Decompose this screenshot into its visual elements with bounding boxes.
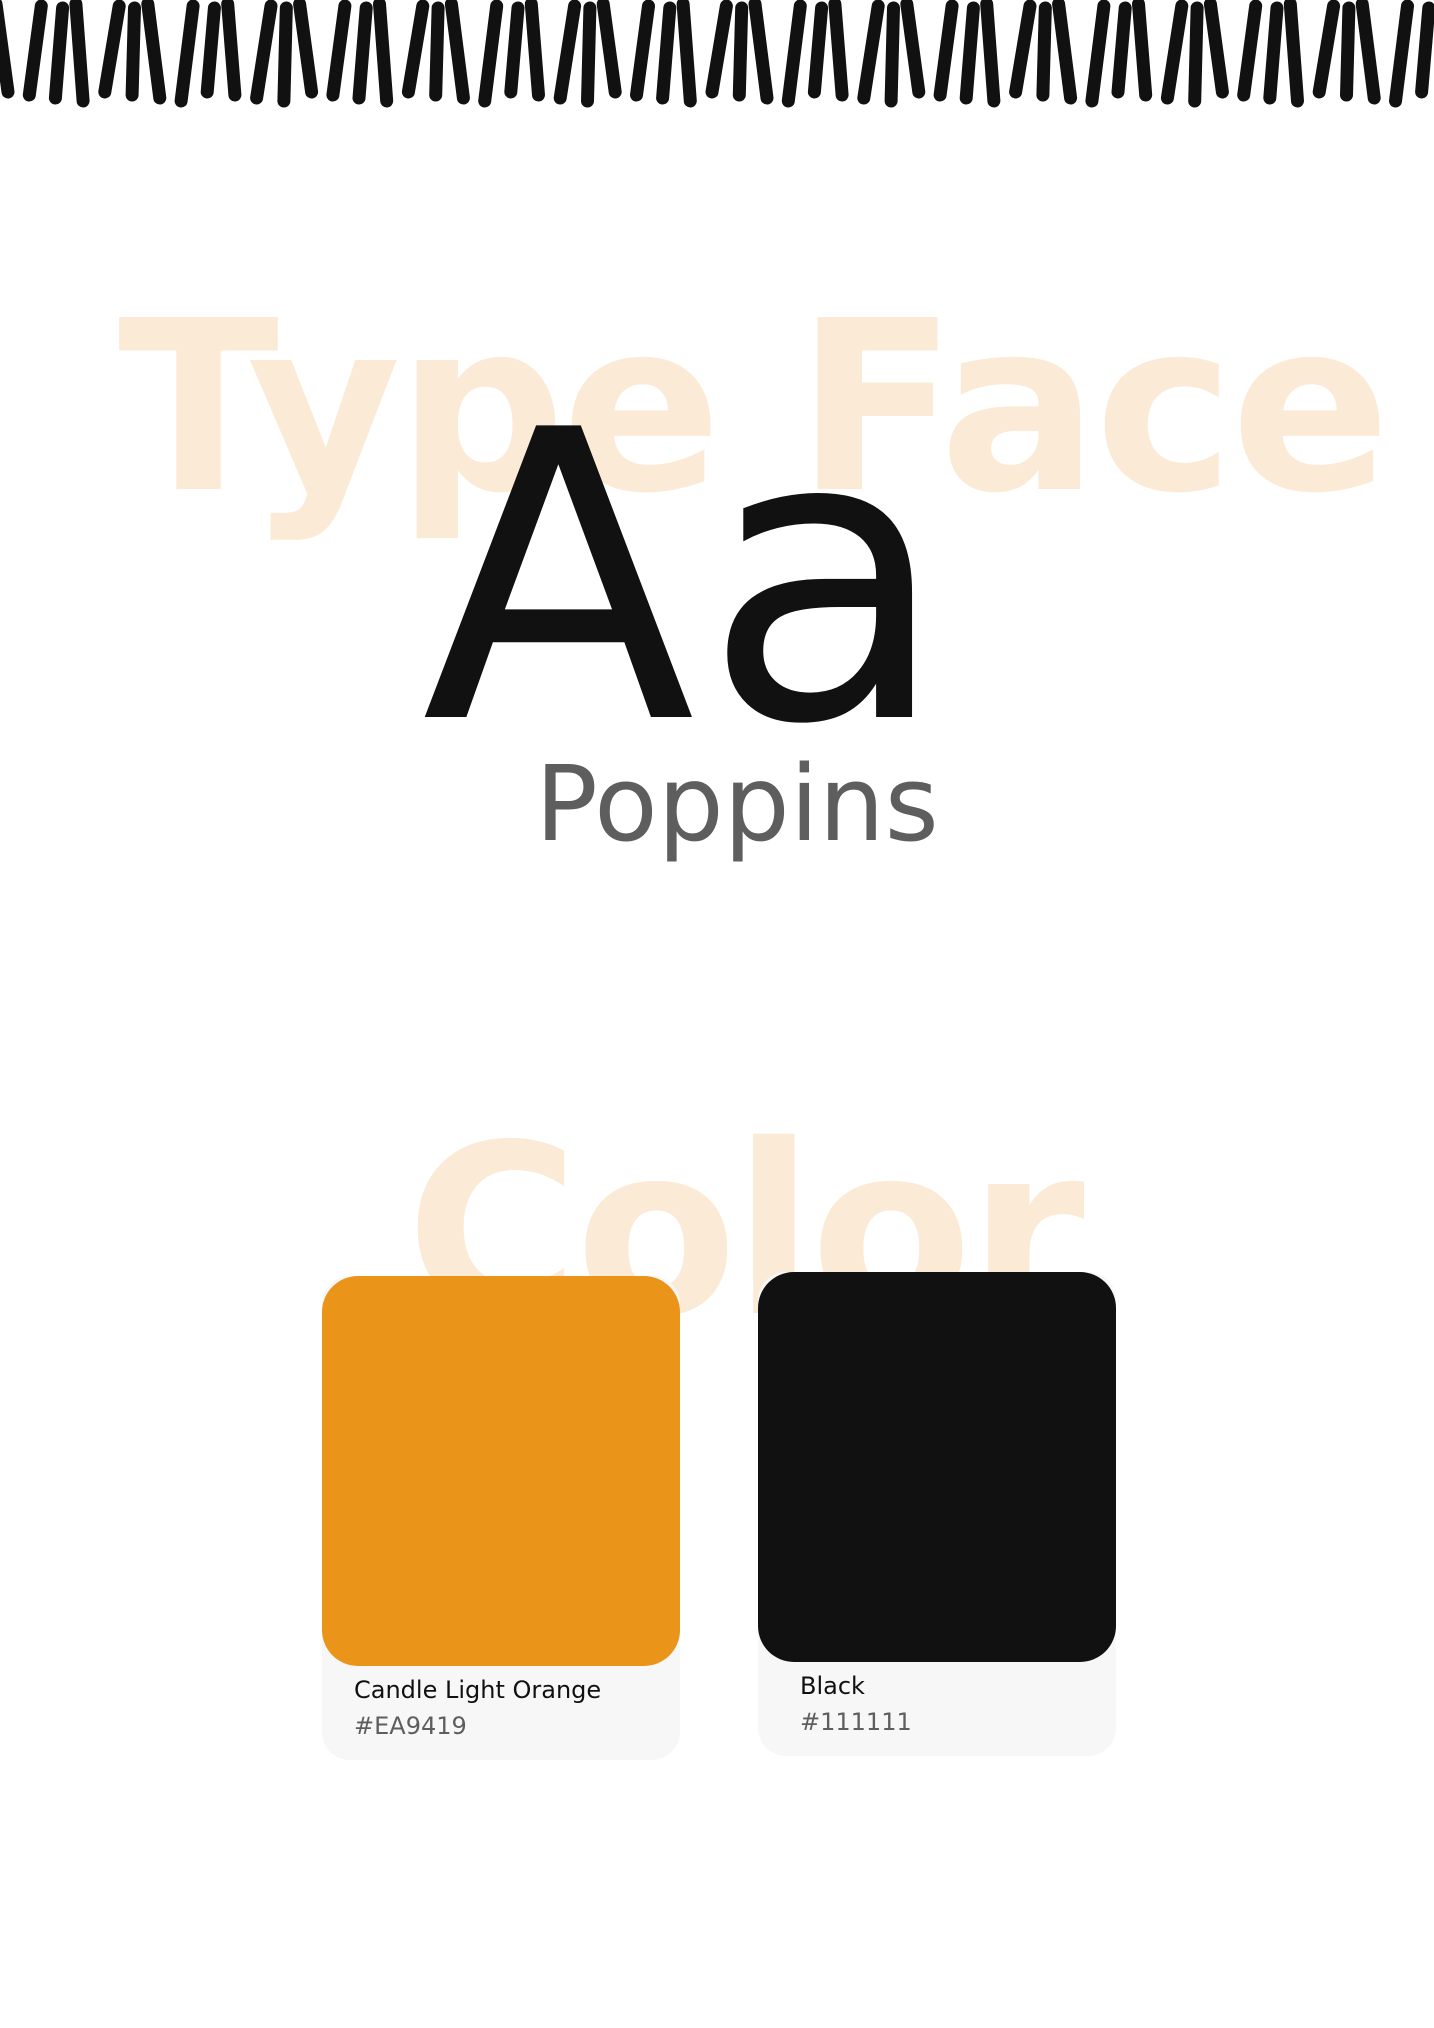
stripe-mark (250, 0, 278, 105)
stripe-mark (293, 0, 319, 99)
swatch-hex: #EA9419 (354, 1712, 467, 1740)
stripe-mark (1355, 0, 1381, 105)
stripe-mark (1132, 0, 1153, 102)
stripe-mark (1009, 0, 1037, 99)
decorative-stripe-border (0, 0, 1434, 108)
stripe-mark (174, 0, 200, 108)
stripe-mark (1160, 0, 1189, 105)
stripe-mark (933, 0, 959, 102)
stripe-mark (959, 1, 980, 105)
stripe-mark (676, 0, 697, 108)
stripe-mark (504, 1, 525, 99)
stripe-mark (1052, 0, 1078, 105)
stripe-mark (1263, 1, 1284, 105)
stripe-mark (828, 0, 849, 102)
stripe-mark (352, 1, 373, 105)
stripe-mark (1389, 0, 1414, 108)
swatch-hex: #111111 (800, 1708, 912, 1736)
stripe-mark (221, 0, 242, 102)
stripe-mark (1415, 1, 1434, 99)
color-swatch-card: Candle Light Orange #EA9419 (322, 1276, 680, 1760)
color-swatch-card: Black #111111 (758, 1272, 1116, 1756)
color-swatch-black (758, 1272, 1116, 1662)
stripe-mark (125, 1, 141, 102)
stripe-mark (980, 0, 1001, 108)
stripe-mark (1085, 0, 1111, 108)
stripe-mark (553, 0, 582, 105)
stripe-mark (781, 0, 807, 108)
color-swatch-orange (322, 1276, 680, 1666)
swatch-name: Candle Light Orange (354, 1676, 602, 1704)
stripe-mark (884, 1, 900, 108)
swatch-name: Black (800, 1672, 865, 1700)
stripe-mark (69, 0, 90, 108)
stripe-mark (1203, 0, 1229, 99)
stripe-mark (807, 1, 829, 99)
stripe-mark (1340, 1, 1356, 102)
stripe-mark (200, 1, 221, 99)
stripe-mark (857, 0, 885, 105)
stripe-mark (732, 1, 749, 102)
stripe-mark (0, 0, 15, 99)
stripe-mark (596, 0, 622, 99)
typeface-name: Poppins (535, 743, 939, 865)
stripe-mark (373, 0, 394, 108)
stripe-mark (401, 0, 430, 99)
stripe-mark (630, 0, 655, 102)
typeface-specimen: Aa (421, 347, 957, 812)
stripe-mark (98, 0, 126, 99)
stripe-mark (478, 0, 504, 108)
stripe-mark (429, 1, 445, 102)
stripe-mark (1283, 0, 1304, 108)
stripe-mark (48, 1, 70, 105)
stripe-mark (900, 0, 926, 99)
stripe-mark (277, 1, 293, 108)
stripe-mark (326, 0, 352, 102)
stripe-mark (1188, 1, 1204, 108)
stripe-mark (524, 0, 545, 102)
stripe-mark (1036, 1, 1052, 102)
stripe-mark (705, 0, 733, 99)
stripe-mark (1237, 0, 1263, 102)
stripe-mark (656, 1, 677, 105)
stripe-mark (141, 0, 167, 105)
stripe-mark (748, 0, 774, 105)
stripe-mark (1111, 1, 1132, 99)
stripe-mark (444, 0, 470, 105)
stripe-mark (1312, 0, 1341, 99)
stripe-mark (581, 1, 597, 108)
stripe-mark (22, 0, 48, 102)
